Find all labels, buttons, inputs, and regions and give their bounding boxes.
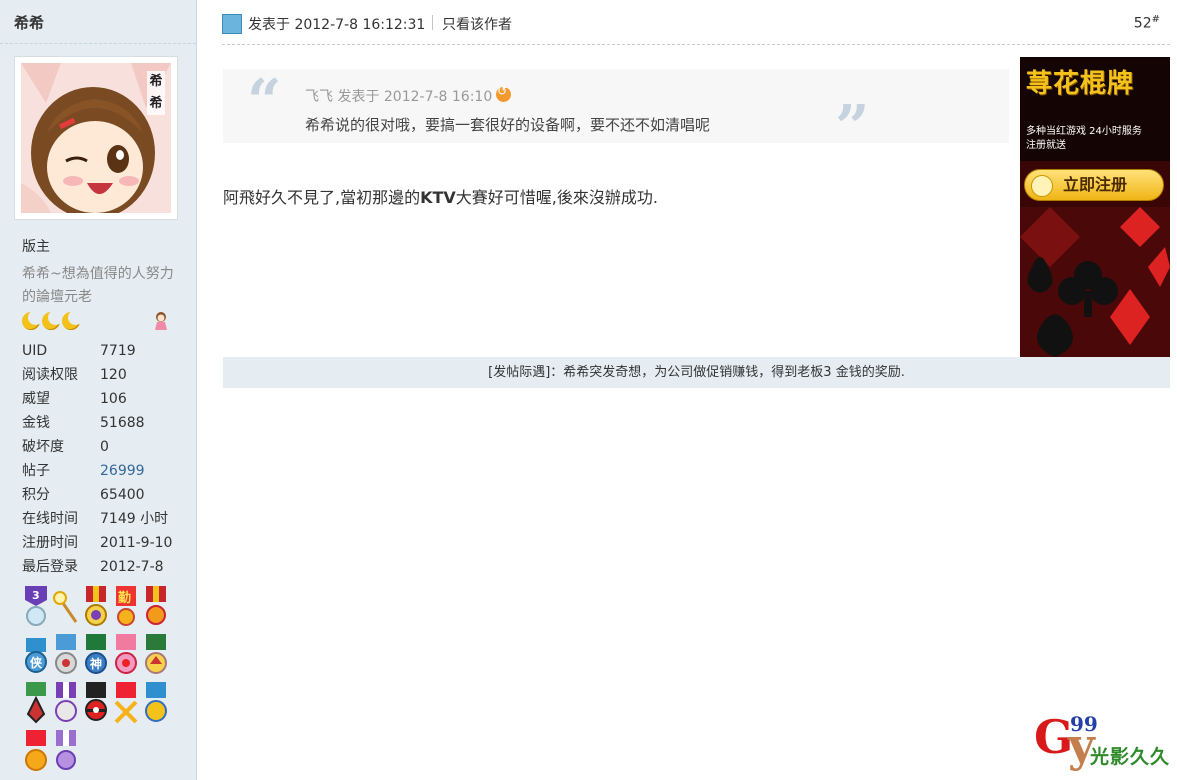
quote-author-time: 飞飞 发表于 2012-7-8 16:10 [305, 89, 493, 105]
stat-label: 注册时间 [22, 535, 78, 551]
rank-stars [22, 310, 83, 330]
stat-label: UID [22, 343, 48, 359]
post-header: 发表于 2012-7-8 16:12:31 只看该作者 52# [222, 0, 1170, 45]
medal-icon[interactable] [22, 730, 52, 778]
medal-label: 神 [90, 656, 102, 671]
close-quote-icon: ” [835, 93, 870, 163]
medal-icon[interactable]: 勤 [112, 586, 142, 634]
moon-icon [42, 310, 63, 330]
stat-label: 帖子 [22, 463, 50, 479]
stat-value: 2012-7-8 [100, 559, 164, 575]
medal-icon[interactable] [142, 682, 172, 730]
medal-icon[interactable]: 神 [82, 634, 112, 682]
floor-mark: # [1151, 14, 1160, 25]
stat-label: 最后登录 [22, 559, 78, 575]
stat-label: 阅读权限 [22, 367, 78, 383]
stat-damage: 破坏度 0 [22, 436, 172, 460]
stat-uid: UID 7719 [22, 340, 172, 364]
posting-reward-notice: [发帖际遇]：希希突发奇想，为公司做促销赚钱，得到老板3 金钱的奖励. [223, 357, 1170, 388]
medal-label: 侠 [30, 655, 43, 670]
medal-icon[interactable] [142, 634, 172, 682]
quote-block: “ ” 飞飞 发表于 2012-7-8 16:10 希希说的很对哦，要搞一套很好… [223, 67, 1009, 163]
moon-icon [22, 310, 43, 330]
advertisement-banner[interactable]: 荨花棍牌 多种当红游戏 24小时服务 注册就送 立即注册 [1020, 57, 1170, 357]
playing-card-suits-icon [1020, 207, 1170, 357]
stat-points: 积分 65400 [22, 484, 172, 508]
ad-header: 荨花棍牌 多种当红游戏 24小时服务 注册就送 [1020, 57, 1170, 161]
stat-read-permission: 阅读权限 120 [22, 364, 172, 388]
stat-value: 120 [100, 367, 127, 383]
stat-label: 积分 [22, 487, 50, 503]
jump-to-post-icon[interactable] [496, 84, 512, 102]
watermark-text: 光影久久 [1090, 746, 1171, 768]
stat-value: 106 [100, 391, 127, 407]
ad-subtitle: 多种当红游戏 24小时服务 注册就送 [1026, 126, 1142, 151]
stat-value: 7149 小时 [100, 511, 169, 527]
stat-register-date: 注册时间 2011-9-10 [22, 532, 172, 556]
avatar[interactable]: 希 希 [21, 63, 171, 213]
medal-icon[interactable] [52, 682, 82, 730]
stat-online-time: 在线时间 7149 小时 [22, 508, 172, 532]
user-online-icon [222, 14, 242, 34]
stat-label: 破坏度 [22, 439, 64, 455]
user-title: 希希~想為值得的人努力的論壇元老 [22, 266, 174, 305]
only-view-author-link[interactable]: 只看该作者 [442, 14, 512, 34]
floor-value: 52 [1133, 15, 1152, 32]
medal-icon[interactable] [22, 682, 52, 730]
quote-meta: 飞飞 发表于 2012-7-8 16:10 [305, 84, 512, 106]
author-username[interactable]: 希希 [0, 0, 196, 44]
ad-title: 荨花棍牌 [1026, 69, 1135, 99]
user-profile-sidebar: 希希 希 希 版主 希希~想為值得的人努力的論壇元老 UID 7719 阅读权限… [0, 0, 197, 780]
avatar-tag: 希 希 [147, 71, 165, 115]
medal-icon[interactable] [142, 586, 172, 634]
medal-list: 3 勤 侠 神 [22, 586, 192, 778]
ad-register-button[interactable]: 立即注册 [1024, 169, 1164, 201]
post-text: 阿飛好久不見了,當初那邊的 [223, 188, 421, 207]
stat-money: 金钱 51688 [22, 412, 172, 436]
posts-count-link[interactable]: 26999 [100, 460, 145, 484]
moon-icon [62, 310, 83, 330]
user-group[interactable]: 版主 [22, 236, 50, 256]
avatar-frame: 希 希 [14, 56, 178, 220]
medal-icon[interactable] [52, 634, 82, 682]
open-quote-icon: “ [247, 67, 282, 137]
post-text-bold: KTV [420, 188, 456, 207]
stat-label: 威望 [22, 391, 50, 407]
medal-icon[interactable] [112, 682, 142, 730]
floor-number[interactable]: 52# [1134, 14, 1160, 32]
stat-value: 2011-9-10 [100, 535, 173, 551]
stat-last-login: 最后登录 2012-7-8 [22, 556, 172, 580]
divider [432, 15, 433, 30]
post-content: 阿飛好久不見了,當初那邊的KTV大賽好可惜喔,後來沒辦成功. [223, 184, 658, 208]
stat-posts: 帖子 26999 [22, 460, 172, 484]
stat-prestige: 威望 106 [22, 388, 172, 412]
medal-icon[interactable] [82, 586, 112, 634]
medal-label: 勤 [118, 590, 131, 606]
post-text: 大賽好可惜喔,後來沒辦成功. [455, 188, 658, 207]
medal-icon[interactable] [82, 682, 112, 730]
medal-icon[interactable]: 侠 [22, 634, 52, 682]
watermark-number: 99 [1070, 712, 1098, 736]
medal-icon[interactable]: 3 [22, 586, 52, 634]
site-watermark-logo: G y 99 光影久久 [1034, 712, 1174, 772]
quote-text: 希希说的很对哦，要搞一套很好的设备啊，要不还不如清唱呢 [305, 116, 711, 134]
stat-value: 51688 [100, 415, 145, 431]
medal-icon[interactable] [52, 730, 82, 778]
stat-value: 65400 [100, 487, 145, 503]
stat-label: 金钱 [22, 415, 50, 431]
medal-icon[interactable] [52, 586, 82, 634]
stat-value: 7719 [100, 343, 136, 359]
female-gender-icon [155, 312, 167, 330]
medal-label: 3 [32, 589, 40, 602]
stat-value: 0 [100, 439, 109, 455]
medal-icon[interactable] [112, 634, 142, 682]
post-timestamp: 发表于 2012-7-8 16:12:31 [248, 17, 426, 33]
user-stats: UID 7719 阅读权限 120 威望 106 金钱 51688 破坏度 0 帖子 269… [22, 340, 172, 580]
stat-label: 在线时间 [22, 511, 78, 527]
